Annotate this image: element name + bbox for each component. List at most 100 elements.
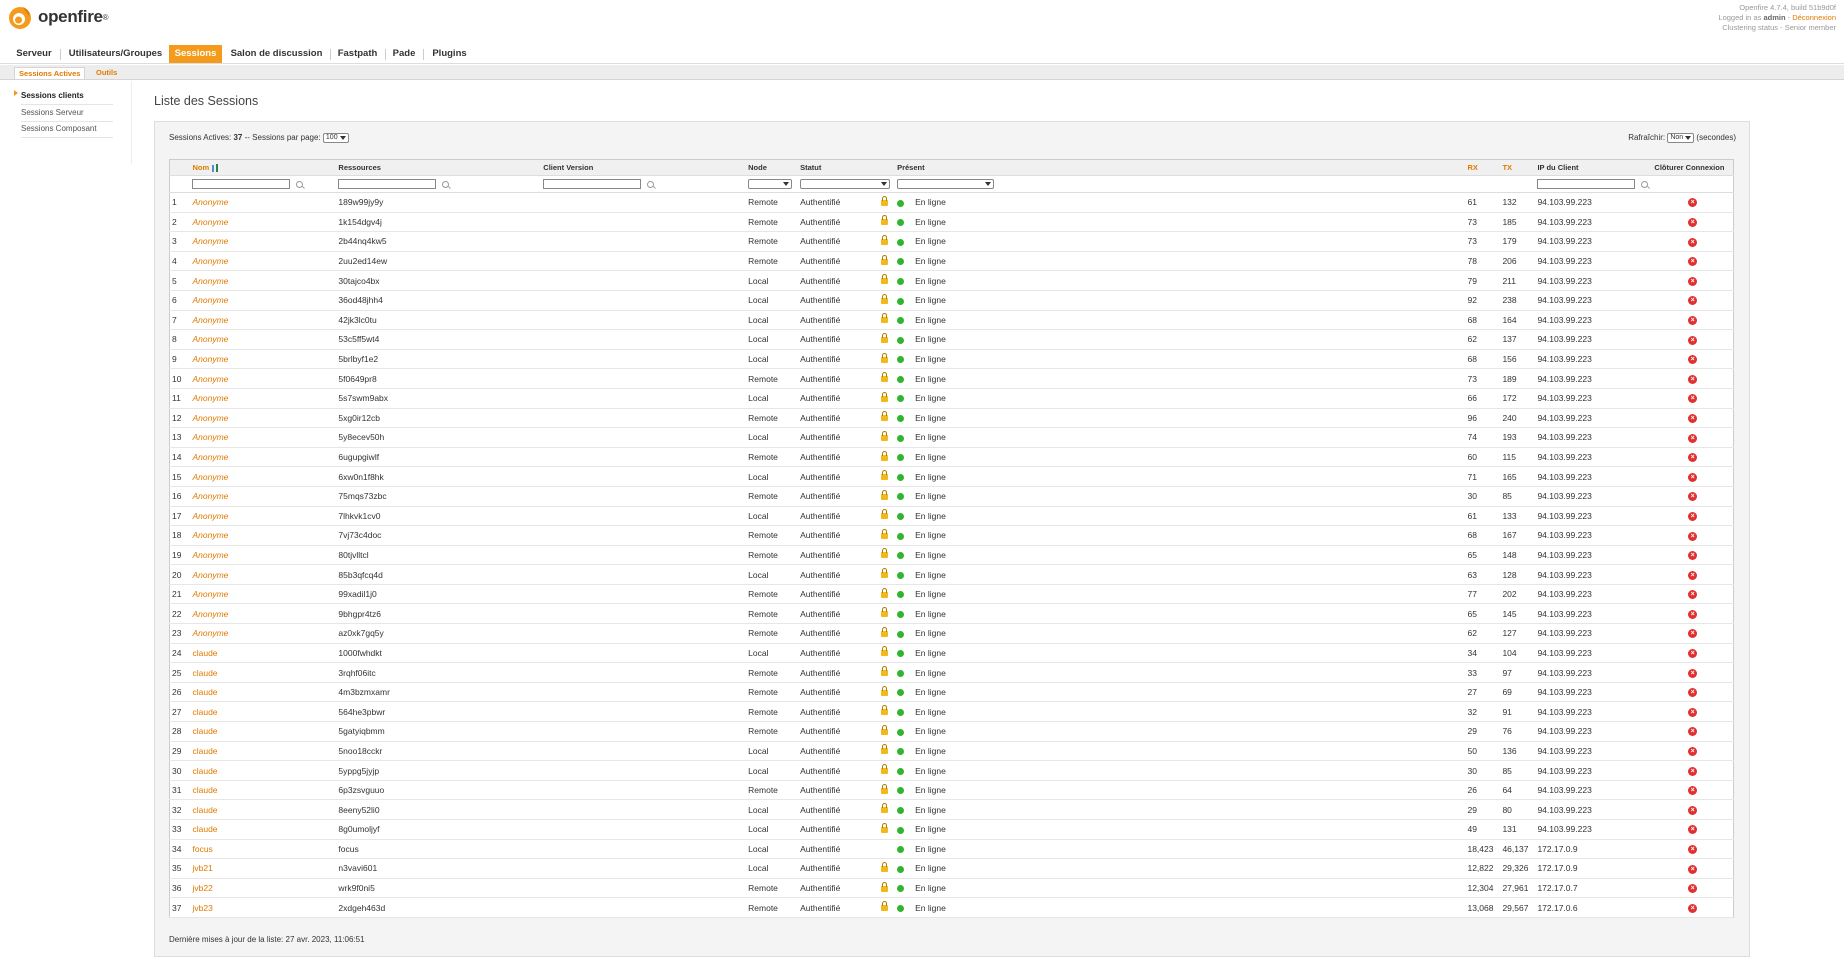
col-client-version[interactable]: Client Version — [541, 159, 747, 176]
subtab-sessions-actives[interactable]: Sessions Actives — [14, 67, 86, 79]
session-name-link[interactable]: claude — [192, 824, 217, 834]
close-icon[interactable]: × — [1688, 355, 1698, 365]
col-tx[interactable]: TX — [1500, 159, 1536, 176]
close-icon[interactable]: × — [1688, 884, 1698, 894]
session-name-link[interactable]: Anonyme — [192, 217, 228, 227]
close-icon[interactable]: × — [1688, 433, 1698, 443]
refresh-select[interactable]: Non — [1667, 133, 1695, 143]
resource-filter-input[interactable] — [338, 179, 437, 190]
col-name[interactable]: Nom — [190, 159, 337, 176]
tab-fastpath[interactable]: Fastpath — [334, 45, 381, 63]
sidebar-item-sessions-serveur[interactable]: Sessions Serveur — [21, 106, 113, 122]
col-resource[interactable]: Ressources — [336, 159, 542, 176]
session-name-link[interactable]: Anonyme — [192, 511, 228, 521]
session-name-link[interactable]: Anonyme — [192, 393, 228, 403]
close-icon[interactable]: × — [1688, 825, 1698, 835]
close-icon[interactable]: × — [1688, 453, 1698, 463]
close-icon[interactable]: × — [1688, 394, 1698, 404]
close-icon[interactable]: × — [1688, 551, 1698, 561]
col-presence[interactable]: Présent — [895, 159, 1466, 176]
col-ip[interactable]: IP du Client — [1535, 159, 1653, 176]
search-icon[interactable] — [296, 180, 304, 188]
session-name-link[interactable]: claude — [192, 707, 217, 717]
session-name-link[interactable]: Anonyme — [192, 609, 228, 619]
session-name-link[interactable]: Anonyme — [192, 374, 228, 384]
session-name-link[interactable]: focus — [192, 844, 212, 854]
logout-link[interactable]: Déconnexion — [1792, 13, 1836, 22]
session-name-link[interactable]: claude — [192, 687, 217, 697]
close-icon[interactable]: × — [1688, 864, 1698, 874]
session-name-link[interactable]: claude — [192, 805, 217, 815]
session-name-link[interactable]: Anonyme — [192, 432, 228, 442]
close-icon[interactable]: × — [1688, 707, 1698, 717]
session-name-link[interactable]: Anonyme — [192, 472, 228, 482]
session-name-link[interactable]: Anonyme — [192, 295, 228, 305]
close-icon[interactable]: × — [1688, 335, 1698, 345]
logo[interactable]: openfire ® — [6, 3, 109, 31]
close-icon[interactable]: × — [1688, 374, 1698, 384]
session-name-link[interactable]: claude — [192, 726, 217, 736]
session-name-link[interactable]: Anonyme — [192, 276, 228, 286]
close-icon[interactable]: × — [1688, 668, 1698, 678]
close-icon[interactable]: × — [1688, 845, 1698, 855]
close-icon[interactable]: × — [1688, 747, 1698, 757]
close-icon[interactable]: × — [1688, 649, 1698, 659]
presence-filter-select[interactable] — [897, 179, 995, 190]
close-icon[interactable]: × — [1688, 688, 1698, 698]
tab-serveur[interactable]: Serveur — [11, 45, 57, 63]
close-icon[interactable]: × — [1688, 198, 1698, 208]
close-icon[interactable]: × — [1688, 237, 1698, 247]
status-filter-select[interactable] — [800, 179, 891, 190]
close-icon[interactable]: × — [1688, 276, 1698, 286]
col-rx[interactable]: RX — [1465, 159, 1501, 176]
search-icon[interactable] — [1641, 180, 1649, 188]
close-icon[interactable]: × — [1688, 511, 1698, 521]
tab-salon-de-discussion[interactable]: Salon de discussion — [227, 45, 326, 63]
close-icon[interactable]: × — [1688, 472, 1698, 482]
name-filter-input[interactable] — [192, 179, 291, 190]
session-name-link[interactable]: jvb22 — [192, 883, 212, 893]
session-name-link[interactable]: Anonyme — [192, 628, 228, 638]
col-status[interactable]: Statut — [798, 159, 880, 176]
sidebar-item-sessions-composant[interactable]: Sessions Composant — [21, 122, 113, 138]
session-name-link[interactable]: claude — [192, 746, 217, 756]
close-icon[interactable]: × — [1688, 629, 1698, 639]
session-name-link[interactable]: claude — [192, 766, 217, 776]
col-node[interactable]: Node — [746, 159, 799, 176]
tab-pade[interactable]: Pade — [389, 45, 419, 63]
subtab-outils[interactable]: Outils — [92, 67, 121, 79]
per-page-select[interactable]: 100 — [322, 133, 349, 143]
session-name-link[interactable]: claude — [192, 668, 217, 678]
session-name-link[interactable]: Anonyme — [192, 256, 228, 266]
tab-sessions[interactable]: Sessions — [169, 45, 222, 63]
close-icon[interactable]: × — [1688, 766, 1698, 776]
session-name-link[interactable]: Anonyme — [192, 413, 228, 423]
node-filter-select[interactable] — [748, 179, 793, 190]
session-name-link[interactable]: Anonyme — [192, 354, 228, 364]
close-icon[interactable]: × — [1688, 257, 1698, 267]
session-name-link[interactable]: Anonyme — [192, 550, 228, 560]
close-icon[interactable]: × — [1688, 492, 1698, 502]
sidebar-item-sessions-clients[interactable]: Sessions clients — [21, 89, 113, 105]
session-name-link[interactable]: Anonyme — [192, 236, 228, 246]
session-name-link[interactable]: jvb21 — [192, 863, 212, 873]
close-icon[interactable]: × — [1688, 786, 1698, 796]
close-icon[interactable]: × — [1688, 609, 1698, 619]
session-name-link[interactable]: Anonyme — [192, 452, 228, 462]
session-name-link[interactable]: claude — [192, 785, 217, 795]
search-icon[interactable] — [442, 180, 450, 188]
tab-utilisateurs-groupes[interactable]: Utilisateurs/Groupes — [64, 45, 167, 63]
sort-icon[interactable] — [212, 164, 220, 172]
close-icon[interactable]: × — [1688, 413, 1698, 423]
session-name-link[interactable]: jvb23 — [192, 903, 212, 913]
close-icon[interactable]: × — [1688, 570, 1698, 580]
session-name-link[interactable]: Anonyme — [192, 334, 228, 344]
session-name-link[interactable]: Anonyme — [192, 530, 228, 540]
search-icon[interactable] — [647, 180, 655, 188]
tab-plugins[interactable]: Plugins — [427, 45, 472, 63]
close-icon[interactable]: × — [1688, 315, 1698, 325]
session-name-link[interactable]: Anonyme — [192, 197, 228, 207]
session-name-link[interactable]: claude — [192, 648, 217, 658]
close-icon[interactable]: × — [1688, 805, 1698, 815]
session-name-link[interactable]: Anonyme — [192, 589, 228, 599]
